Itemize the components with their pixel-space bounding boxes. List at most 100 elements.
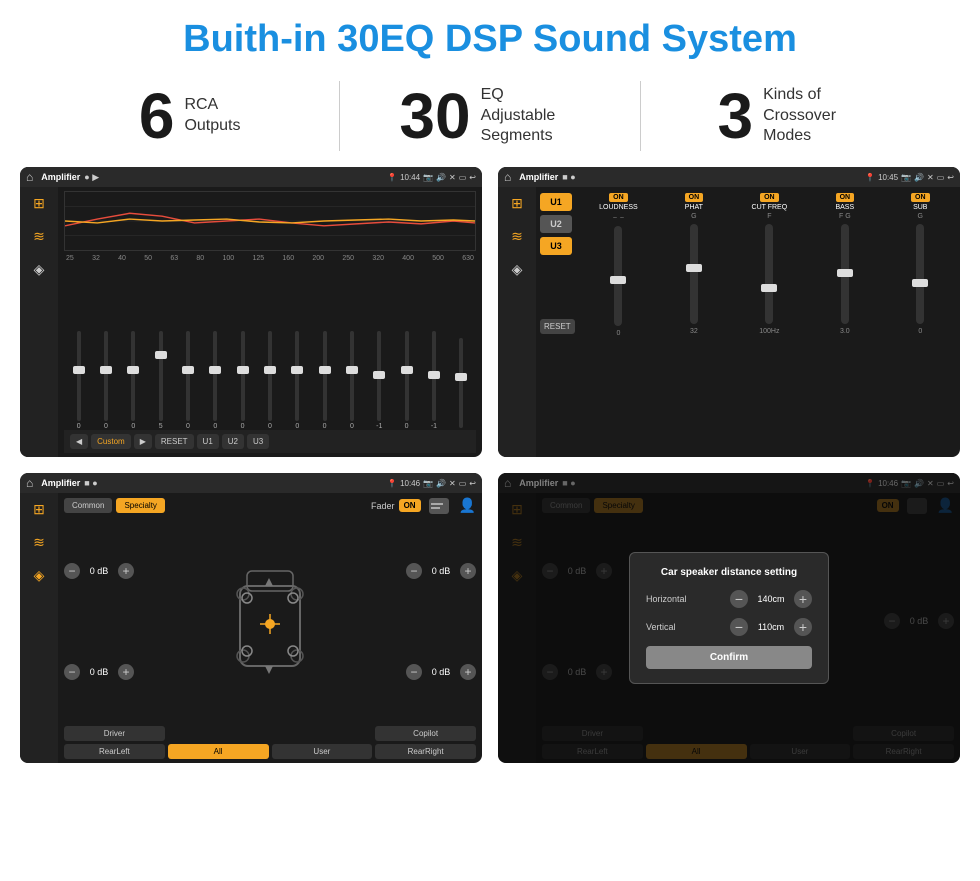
cutfreq-on-badge[interactable]: ON: [760, 193, 779, 202]
fader-all-btn[interactable]: All: [168, 744, 269, 759]
fader-on-toggle[interactable]: ON: [399, 499, 421, 512]
eq-play-btn[interactable]: ▶: [134, 434, 152, 449]
db-control-2: − 0 dB +: [64, 664, 134, 680]
fader-sliders-icon[interactable]: [429, 498, 449, 514]
dialog-horizontal-label: Horizontal: [646, 594, 701, 604]
car-diagram-svg: [225, 556, 315, 686]
stat-divider-1: [339, 81, 340, 151]
db-plus-3[interactable]: +: [460, 563, 476, 579]
db-minus-2[interactable]: −: [64, 664, 80, 680]
fader-back-icon: ↩: [469, 479, 476, 488]
fader-time: 10:46: [400, 479, 420, 488]
db-plus-1[interactable]: +: [118, 563, 134, 579]
cross-sidebar: ⊞ ≋ ◈: [498, 187, 536, 457]
eq-wave-icon[interactable]: ≋: [33, 228, 45, 245]
dialog-vertical-row: Vertical − 110cm +: [646, 618, 812, 636]
fader-tune-icon[interactable]: ⊞: [33, 501, 45, 518]
fader-rearright-btn[interactable]: RearRight: [375, 744, 476, 759]
fader-copilot-btn[interactable]: Copilot: [375, 726, 476, 741]
cross-tune-icon[interactable]: ⊞: [511, 195, 523, 212]
slider-63: 0: [175, 331, 200, 430]
eq-location-icon: 📍: [387, 173, 397, 182]
slider-320: -1: [367, 331, 392, 430]
db-minus-3[interactable]: −: [406, 563, 422, 579]
channel-cutfreq: ON CUT FREQ F 100Hz: [734, 193, 805, 451]
dialog-horizontal-minus[interactable]: −: [730, 590, 748, 608]
dialog-overlay: Car speaker distance setting Horizontal …: [498, 473, 960, 763]
loudness-slider[interactable]: [614, 226, 622, 326]
cross-reset-btn[interactable]: RESET: [540, 319, 575, 334]
cross-dots: ■ ●: [562, 172, 575, 182]
eq-prev-btn[interactable]: ◀: [70, 434, 88, 449]
db-minus-1[interactable]: −: [64, 563, 80, 579]
fader-rearleft-btn[interactable]: RearLeft: [64, 744, 165, 759]
cross-location-icon: 📍: [865, 173, 875, 182]
cutfreq-slider[interactable]: [765, 224, 773, 324]
slider-250: 0: [339, 331, 364, 430]
fader-wave-icon[interactable]: ≋: [33, 534, 45, 551]
distance-dialog: Car speaker distance setting Horizontal …: [629, 552, 829, 684]
stat-number-eq: 30: [399, 84, 470, 148]
cross-u3-btn[interactable]: U3: [540, 237, 572, 255]
db-val-3: 0 dB: [426, 566, 456, 576]
dialog-vertical-plus[interactable]: +: [794, 618, 812, 636]
loudness-on-badge[interactable]: ON: [609, 193, 628, 202]
channel-bass: ON BASS FG 3.0: [809, 193, 880, 451]
eq-time: 10:44: [400, 173, 420, 182]
fader-home-icon[interactable]: ⌂: [26, 476, 33, 490]
eq-reset-btn[interactable]: RESET: [155, 434, 194, 449]
home-icon[interactable]: ⌂: [26, 170, 33, 184]
eq-u1-btn[interactable]: U1: [197, 434, 219, 449]
phat-val: 32: [690, 328, 698, 335]
dialog-horizontal-row: Horizontal − 140cm +: [646, 590, 812, 608]
cross-x-icon: ✕: [927, 173, 934, 182]
fader-speaker-icon[interactable]: ◈: [34, 567, 45, 584]
eq-custom-btn[interactable]: Custom: [91, 434, 131, 449]
stat-divider-2: [640, 81, 641, 151]
dialog-vertical-val: 110cm: [752, 622, 790, 632]
db-plus-2[interactable]: +: [118, 664, 134, 680]
slider-125: 0: [257, 331, 282, 430]
crossover-screen: ⌂ Amplifier ■ ● 📍 10:45 📷 🔊 ✕ ▭ ↩ ⊞ ≋ ◈ …: [498, 167, 960, 457]
dialog-vertical-label: Vertical: [646, 622, 701, 632]
sub-val: 0: [918, 328, 922, 335]
eq-u2-btn[interactable]: U2: [222, 434, 244, 449]
slider-32: 0: [93, 331, 118, 430]
bass-slider[interactable]: [841, 224, 849, 324]
bass-on-badge[interactable]: ON: [836, 193, 855, 202]
phat-slider[interactable]: [690, 224, 698, 324]
eq-tune-icon[interactable]: ⊞: [33, 195, 45, 212]
fader-tab-specialty[interactable]: Specialty: [116, 498, 164, 513]
slider-50: 5: [148, 331, 173, 430]
phat-on-badge[interactable]: ON: [685, 193, 704, 202]
fader-user-btn[interactable]: User: [272, 744, 373, 759]
fader-camera-icon: 📷: [423, 479, 433, 488]
channel-sub: ON SUB G 0: [885, 193, 956, 451]
fader-tab-common[interactable]: Common: [64, 498, 112, 513]
eq-camera-icon: 📷: [423, 173, 433, 182]
sub-slider[interactable]: [916, 224, 924, 324]
dialog-confirm-button[interactable]: Confirm: [646, 646, 812, 669]
dialog-vertical-minus[interactable]: −: [730, 618, 748, 636]
fader-person-icon: 👤: [459, 497, 476, 514]
eq-u3-btn[interactable]: U3: [247, 434, 269, 449]
dialog-horizontal-plus[interactable]: +: [794, 590, 812, 608]
sub-on-badge[interactable]: ON: [911, 193, 930, 202]
slider-500: -1: [421, 331, 446, 430]
cross-speaker-icon[interactable]: ◈: [512, 261, 523, 278]
cross-u2-btn[interactable]: U2: [540, 215, 572, 233]
eq-speaker-icon[interactable]: ◈: [34, 261, 45, 278]
eq-x-icon: ✕: [449, 173, 456, 182]
slider-160: 0: [285, 331, 310, 430]
db-minus-4[interactable]: −: [406, 664, 422, 680]
cross-home-icon[interactable]: ⌂: [504, 170, 511, 184]
stat-rca: 6 RCAOutputs: [60, 84, 319, 148]
channel-loudness: ON LOUDNESS ~ ~ 0: [583, 193, 654, 451]
cross-wave-icon[interactable]: ≋: [511, 228, 523, 245]
db-plus-4[interactable]: +: [460, 664, 476, 680]
fader-driver-btn[interactable]: Driver: [64, 726, 165, 741]
cross-channels-area: ON LOUDNESS ~ ~ 0 ON PHA: [583, 193, 956, 451]
cross-u1-btn[interactable]: U1: [540, 193, 572, 211]
fader-left-controls: − 0 dB + − 0 dB +: [64, 520, 134, 722]
cross-status-bar: ⌂ Amplifier ■ ● 📍 10:45 📷 🔊 ✕ ▭ ↩: [498, 167, 960, 187]
